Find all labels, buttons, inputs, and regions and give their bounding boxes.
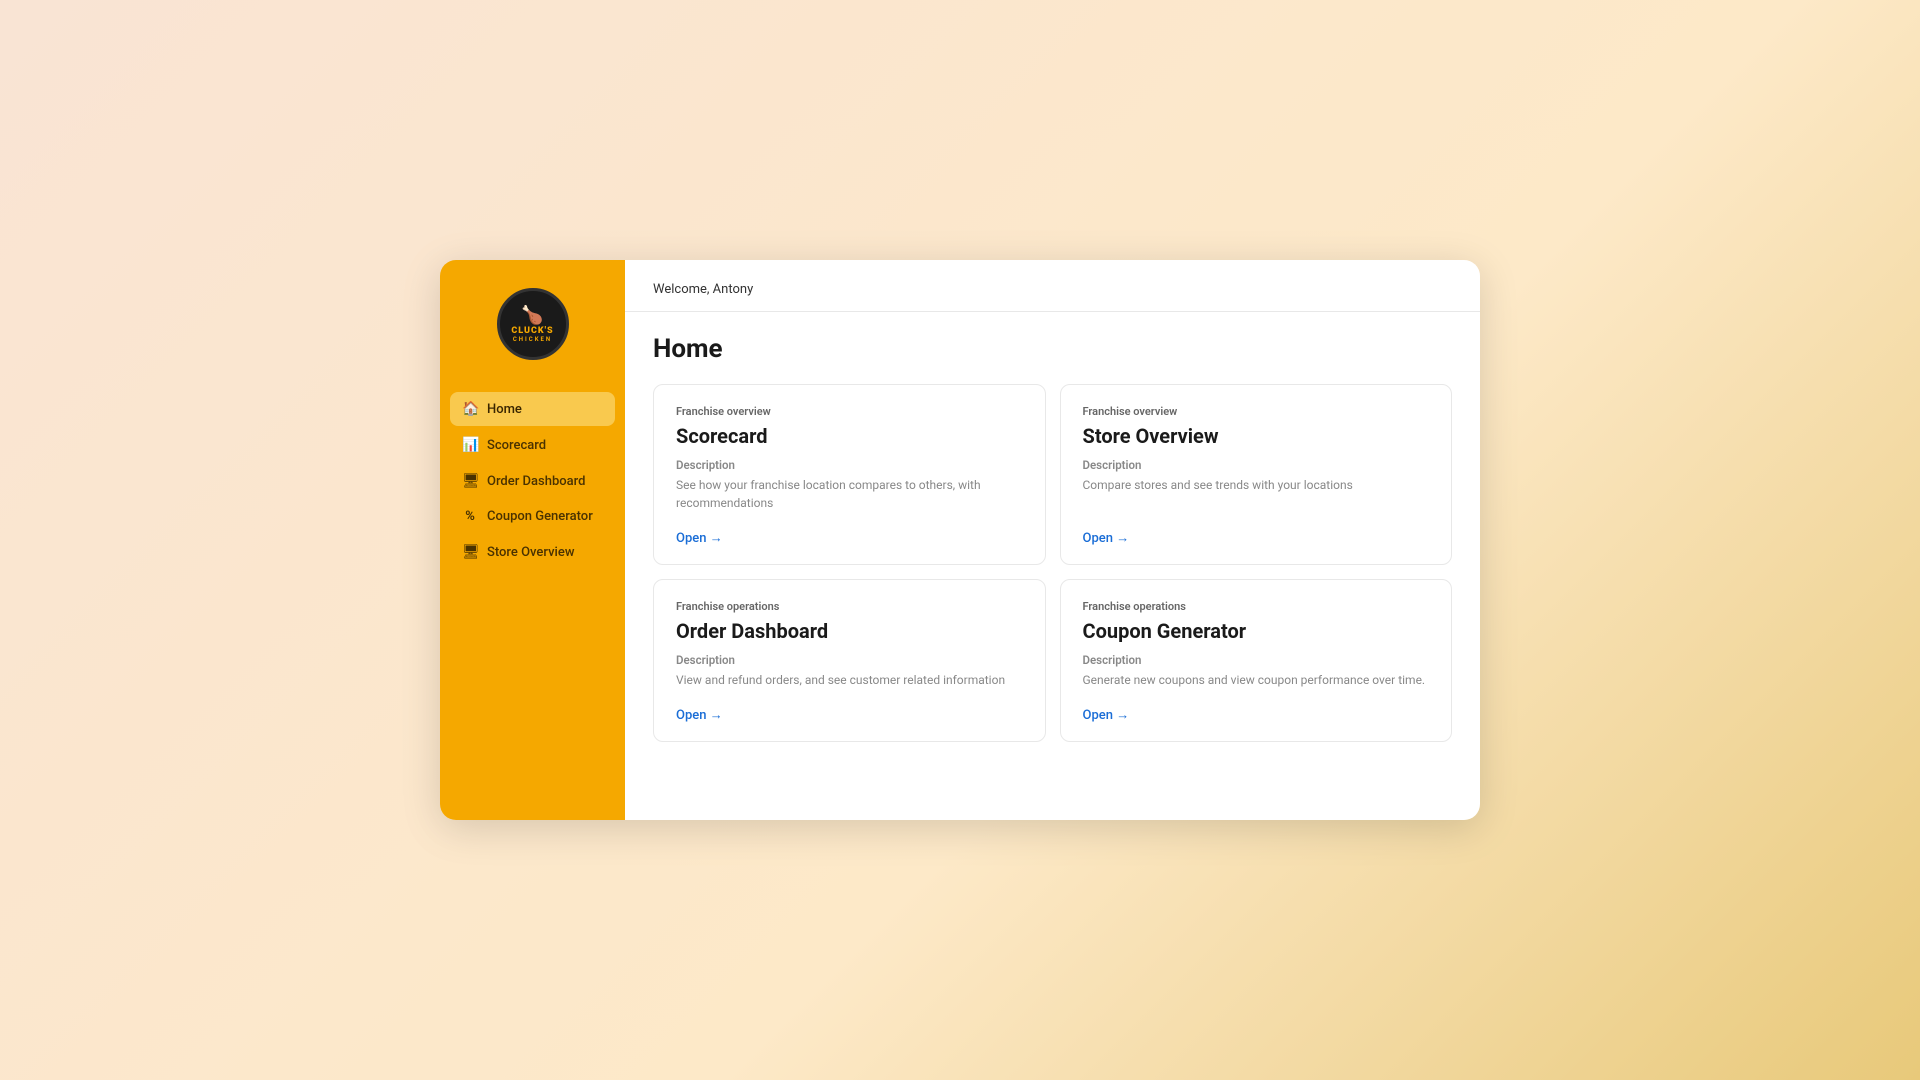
logo-brand-name: CLUCK'S — [511, 327, 553, 337]
card-order-dashboard-title: Order Dashboard — [676, 619, 1023, 643]
logo: 🍗 CLUCK'S CHICKEN — [497, 288, 569, 360]
logo-sub-name: CHICKEN — [513, 336, 552, 343]
card-coupon-generator-description: Generate new coupons and view coupon per… — [1083, 671, 1430, 689]
card-coupon-generator-category: Franchise operations — [1083, 600, 1430, 613]
card-order-dashboard-open[interactable]: Open → — [676, 707, 1023, 723]
card-scorecard-category: Franchise overview — [676, 405, 1023, 418]
card-scorecard[interactable]: Franchise overview Scorecard Description… — [653, 384, 1046, 565]
card-coupon-generator-title: Coupon Generator — [1083, 619, 1430, 643]
sidebar-item-store-overview[interactable]: 🖥 Store Overview — [450, 535, 615, 569]
card-store-overview-title: Store Overview — [1083, 424, 1430, 448]
store-overview-icon: 🖥 — [462, 544, 478, 560]
cards-grid: Franchise overview Scorecard Description… — [653, 384, 1452, 742]
card-coupon-generator-open[interactable]: Open → — [1083, 707, 1430, 723]
nav-menu: 🏠 Home 📊 Scorecard 🖥 Order Dashboard % C… — [440, 384, 625, 577]
sidebar: 🍗 CLUCK'S CHICKEN 🏠 Home 📊 Scorecard 🖥 O… — [440, 260, 625, 820]
order-dashboard-icon: 🖥 — [462, 473, 478, 489]
card-coupon-generator-open-label: Open → — [1083, 707, 1130, 723]
main-content: Welcome, Antony Home Franchise overview … — [625, 260, 1480, 820]
sidebar-item-home[interactable]: 🏠 Home — [450, 392, 615, 426]
card-scorecard-open-label: Open → — [676, 530, 723, 546]
card-order-dashboard-desc-label: Description — [676, 653, 1023, 667]
sidebar-item-store-overview-label: Store Overview — [487, 545, 574, 560]
card-scorecard-title: Scorecard — [676, 424, 1023, 448]
home-icon: 🏠 — [462, 401, 478, 417]
page-title: Home — [653, 334, 1452, 364]
card-store-overview[interactable]: Franchise overview Store Overview Descri… — [1060, 384, 1453, 565]
sidebar-item-order-dashboard[interactable]: 🖥 Order Dashboard — [450, 464, 615, 498]
sidebar-item-scorecard[interactable]: 📊 Scorecard — [450, 428, 615, 462]
card-coupon-generator[interactable]: Franchise operations Coupon Generator De… — [1060, 579, 1453, 742]
sidebar-item-order-dashboard-label: Order Dashboard — [487, 474, 585, 489]
card-store-overview-open[interactable]: Open → — [1083, 530, 1430, 546]
card-order-dashboard-open-label: Open → — [676, 707, 723, 723]
app-container: 🍗 CLUCK'S CHICKEN 🏠 Home 📊 Scorecard 🖥 O… — [440, 260, 1480, 820]
card-coupon-generator-desc-label: Description — [1083, 653, 1430, 667]
logo-icon: 🍗 — [521, 305, 543, 326]
sidebar-item-coupon-generator-label: Coupon Generator — [487, 509, 593, 524]
top-bar: Welcome, Antony — [625, 260, 1480, 312]
sidebar-item-coupon-generator[interactable]: % Coupon Generator — [450, 500, 615, 533]
sidebar-item-scorecard-label: Scorecard — [487, 438, 546, 453]
card-scorecard-open[interactable]: Open → — [676, 530, 1023, 546]
logo-area: 🍗 CLUCK'S CHICKEN — [440, 260, 625, 384]
card-store-overview-category: Franchise overview — [1083, 405, 1430, 418]
card-store-overview-open-label: Open → — [1083, 530, 1130, 546]
card-scorecard-description: See how your franchise location compares… — [676, 476, 1023, 512]
scorecard-icon: 📊 — [462, 437, 478, 453]
coupon-generator-icon: % — [462, 509, 478, 524]
card-order-dashboard[interactable]: Franchise operations Order Dashboard Des… — [653, 579, 1046, 742]
card-store-overview-description: Compare stores and see trends with your … — [1083, 476, 1430, 512]
sidebar-item-home-label: Home — [487, 402, 522, 417]
card-scorecard-desc-label: Description — [676, 458, 1023, 472]
content-area: Home Franchise overview Scorecard Descri… — [625, 312, 1480, 820]
welcome-text: Welcome, Antony — [653, 282, 753, 297]
card-order-dashboard-category: Franchise operations — [676, 600, 1023, 613]
card-order-dashboard-description: View and refund orders, and see customer… — [676, 671, 1023, 689]
card-store-overview-desc-label: Description — [1083, 458, 1430, 472]
